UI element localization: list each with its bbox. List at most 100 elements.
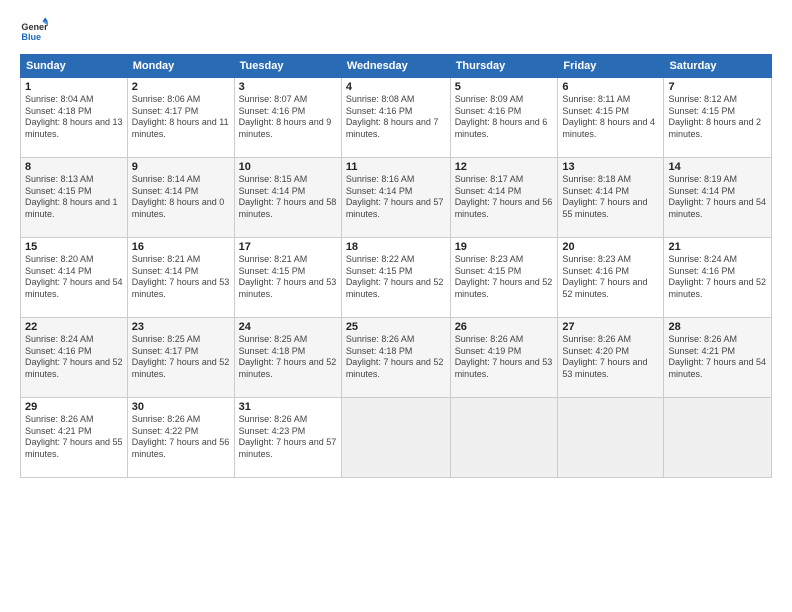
day-info: Sunrise: 8:04 AMSunset: 4:18 PMDaylight:… <box>25 94 123 139</box>
day-number: 30 <box>132 401 230 413</box>
day-cell: 18 Sunrise: 8:22 AMSunset: 4:15 PMDaylig… <box>341 238 450 318</box>
day-cell: 7 Sunrise: 8:12 AMSunset: 4:15 PMDayligh… <box>664 78 772 158</box>
day-info: Sunrise: 8:26 AMSunset: 4:22 PMDaylight:… <box>132 414 230 459</box>
day-number: 31 <box>239 401 337 413</box>
day-number: 9 <box>132 161 230 173</box>
header-thursday: Thursday <box>450 55 558 78</box>
day-info: Sunrise: 8:25 AMSunset: 4:17 PMDaylight:… <box>132 334 230 379</box>
day-info: Sunrise: 8:26 AMSunset: 4:21 PMDaylight:… <box>25 414 123 459</box>
header-wednesday: Wednesday <box>341 55 450 78</box>
header-saturday: Saturday <box>664 55 772 78</box>
logo: General Blue <box>20 16 48 44</box>
day-cell: 3 Sunrise: 8:07 AMSunset: 4:16 PMDayligh… <box>234 78 341 158</box>
day-info: Sunrise: 8:12 AMSunset: 4:15 PMDaylight:… <box>668 94 761 139</box>
header-monday: Monday <box>127 55 234 78</box>
day-number: 20 <box>562 241 659 253</box>
day-info: Sunrise: 8:23 AMSunset: 4:15 PMDaylight:… <box>455 254 553 299</box>
day-number: 1 <box>25 81 123 93</box>
svg-text:Blue: Blue <box>21 32 41 42</box>
day-info: Sunrise: 8:07 AMSunset: 4:16 PMDaylight:… <box>239 94 332 139</box>
day-cell: 24 Sunrise: 8:25 AMSunset: 4:18 PMDaylig… <box>234 318 341 398</box>
day-cell: 27 Sunrise: 8:26 AMSunset: 4:20 PMDaylig… <box>558 318 664 398</box>
day-cell: 2 Sunrise: 8:06 AMSunset: 4:17 PMDayligh… <box>127 78 234 158</box>
header-row: SundayMondayTuesdayWednesdayThursdayFrid… <box>21 55 772 78</box>
day-cell: 21 Sunrise: 8:24 AMSunset: 4:16 PMDaylig… <box>664 238 772 318</box>
header-tuesday: Tuesday <box>234 55 341 78</box>
day-number: 24 <box>239 321 337 333</box>
day-cell <box>558 398 664 478</box>
day-info: Sunrise: 8:24 AMSunset: 4:16 PMDaylight:… <box>25 334 123 379</box>
day-cell: 20 Sunrise: 8:23 AMSunset: 4:16 PMDaylig… <box>558 238 664 318</box>
week-row-3: 15 Sunrise: 8:20 AMSunset: 4:14 PMDaylig… <box>21 238 772 318</box>
day-number: 27 <box>562 321 659 333</box>
day-info: Sunrise: 8:06 AMSunset: 4:17 PMDaylight:… <box>132 94 229 139</box>
day-number: 23 <box>132 321 230 333</box>
day-info: Sunrise: 8:26 AMSunset: 4:20 PMDaylight:… <box>562 334 647 379</box>
day-info: Sunrise: 8:18 AMSunset: 4:14 PMDaylight:… <box>562 174 647 219</box>
svg-text:General: General <box>21 22 48 32</box>
week-row-1: 1 Sunrise: 8:04 AMSunset: 4:18 PMDayligh… <box>21 78 772 158</box>
day-number: 29 <box>25 401 123 413</box>
day-cell: 10 Sunrise: 8:15 AMSunset: 4:14 PMDaylig… <box>234 158 341 238</box>
day-cell: 25 Sunrise: 8:26 AMSunset: 4:18 PMDaylig… <box>341 318 450 398</box>
day-cell: 31 Sunrise: 8:26 AMSunset: 4:23 PMDaylig… <box>234 398 341 478</box>
day-cell: 9 Sunrise: 8:14 AMSunset: 4:14 PMDayligh… <box>127 158 234 238</box>
day-cell <box>341 398 450 478</box>
day-cell: 8 Sunrise: 8:13 AMSunset: 4:15 PMDayligh… <box>21 158 128 238</box>
day-cell: 19 Sunrise: 8:23 AMSunset: 4:15 PMDaylig… <box>450 238 558 318</box>
day-cell: 4 Sunrise: 8:08 AMSunset: 4:16 PMDayligh… <box>341 78 450 158</box>
day-info: Sunrise: 8:22 AMSunset: 4:15 PMDaylight:… <box>346 254 444 299</box>
day-number: 18 <box>346 241 446 253</box>
day-cell: 6 Sunrise: 8:11 AMSunset: 4:15 PMDayligh… <box>558 78 664 158</box>
day-cell: 15 Sunrise: 8:20 AMSunset: 4:14 PMDaylig… <box>21 238 128 318</box>
day-cell: 12 Sunrise: 8:17 AMSunset: 4:14 PMDaylig… <box>450 158 558 238</box>
day-number: 11 <box>346 161 446 173</box>
day-cell: 23 Sunrise: 8:25 AMSunset: 4:17 PMDaylig… <box>127 318 234 398</box>
day-info: Sunrise: 8:24 AMSunset: 4:16 PMDaylight:… <box>668 254 766 299</box>
day-number: 5 <box>455 81 554 93</box>
day-cell: 11 Sunrise: 8:16 AMSunset: 4:14 PMDaylig… <box>341 158 450 238</box>
day-cell <box>664 398 772 478</box>
day-info: Sunrise: 8:19 AMSunset: 4:14 PMDaylight:… <box>668 174 766 219</box>
day-number: 22 <box>25 321 123 333</box>
day-cell: 14 Sunrise: 8:19 AMSunset: 4:14 PMDaylig… <box>664 158 772 238</box>
day-cell: 22 Sunrise: 8:24 AMSunset: 4:16 PMDaylig… <box>21 318 128 398</box>
day-cell: 29 Sunrise: 8:26 AMSunset: 4:21 PMDaylig… <box>21 398 128 478</box>
day-number: 3 <box>239 81 337 93</box>
day-number: 16 <box>132 241 230 253</box>
week-row-5: 29 Sunrise: 8:26 AMSunset: 4:21 PMDaylig… <box>21 398 772 478</box>
day-info: Sunrise: 8:21 AMSunset: 4:15 PMDaylight:… <box>239 254 337 299</box>
day-cell <box>450 398 558 478</box>
day-number: 6 <box>562 81 659 93</box>
day-number: 4 <box>346 81 446 93</box>
day-info: Sunrise: 8:21 AMSunset: 4:14 PMDaylight:… <box>132 254 230 299</box>
week-row-4: 22 Sunrise: 8:24 AMSunset: 4:16 PMDaylig… <box>21 318 772 398</box>
day-number: 28 <box>668 321 767 333</box>
day-info: Sunrise: 8:25 AMSunset: 4:18 PMDaylight:… <box>239 334 337 379</box>
day-info: Sunrise: 8:08 AMSunset: 4:16 PMDaylight:… <box>346 94 439 139</box>
day-cell: 5 Sunrise: 8:09 AMSunset: 4:16 PMDayligh… <box>450 78 558 158</box>
day-info: Sunrise: 8:17 AMSunset: 4:14 PMDaylight:… <box>455 174 553 219</box>
day-cell: 17 Sunrise: 8:21 AMSunset: 4:15 PMDaylig… <box>234 238 341 318</box>
day-info: Sunrise: 8:15 AMSunset: 4:14 PMDaylight:… <box>239 174 337 219</box>
day-info: Sunrise: 8:23 AMSunset: 4:16 PMDaylight:… <box>562 254 647 299</box>
day-info: Sunrise: 8:14 AMSunset: 4:14 PMDaylight:… <box>132 174 225 219</box>
calendar-body: 1 Sunrise: 8:04 AMSunset: 4:18 PMDayligh… <box>21 78 772 478</box>
logo-icon: General Blue <box>20 16 48 44</box>
day-info: Sunrise: 8:26 AMSunset: 4:19 PMDaylight:… <box>455 334 553 379</box>
day-info: Sunrise: 8:26 AMSunset: 4:23 PMDaylight:… <box>239 414 337 459</box>
day-info: Sunrise: 8:11 AMSunset: 4:15 PMDaylight:… <box>562 94 655 139</box>
day-info: Sunrise: 8:20 AMSunset: 4:14 PMDaylight:… <box>25 254 123 299</box>
calendar-header: SundayMondayTuesdayWednesdayThursdayFrid… <box>21 55 772 78</box>
day-info: Sunrise: 8:16 AMSunset: 4:14 PMDaylight:… <box>346 174 444 219</box>
day-number: 17 <box>239 241 337 253</box>
day-info: Sunrise: 8:26 AMSunset: 4:18 PMDaylight:… <box>346 334 444 379</box>
day-cell: 16 Sunrise: 8:21 AMSunset: 4:14 PMDaylig… <box>127 238 234 318</box>
day-number: 7 <box>668 81 767 93</box>
day-number: 14 <box>668 161 767 173</box>
day-number: 26 <box>455 321 554 333</box>
day-cell: 13 Sunrise: 8:18 AMSunset: 4:14 PMDaylig… <box>558 158 664 238</box>
header-friday: Friday <box>558 55 664 78</box>
day-cell: 28 Sunrise: 8:26 AMSunset: 4:21 PMDaylig… <box>664 318 772 398</box>
header: General Blue <box>20 16 772 44</box>
